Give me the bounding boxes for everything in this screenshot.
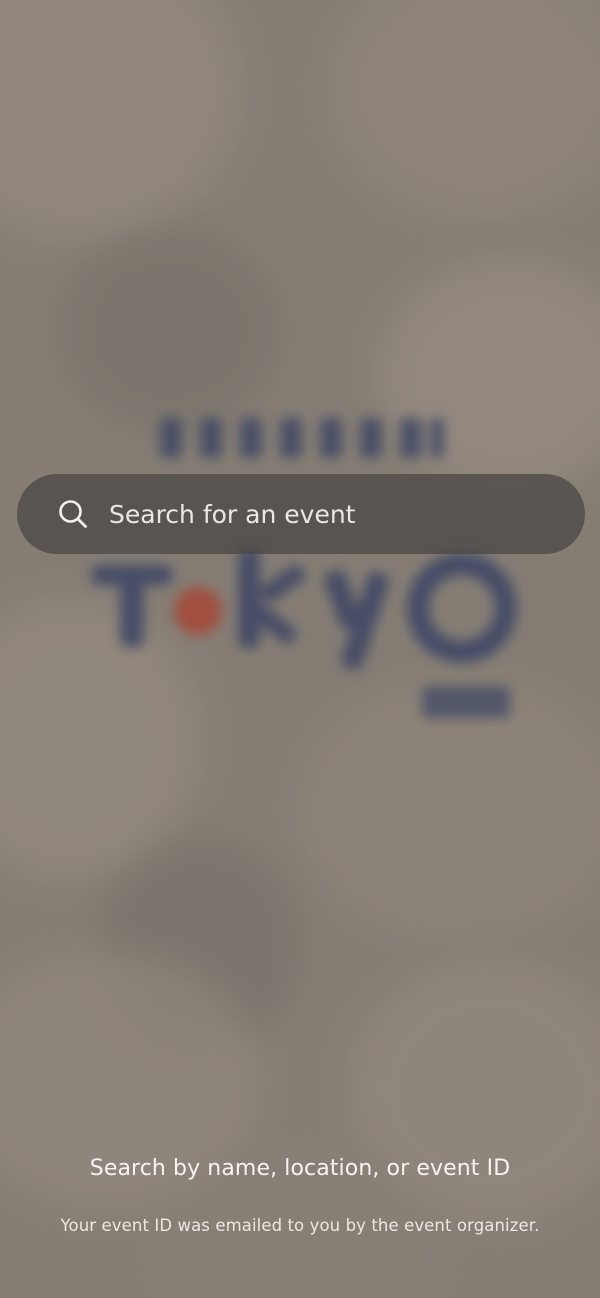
search-input[interactable] — [109, 499, 529, 529]
search-bar[interactable] — [17, 474, 585, 554]
search-hint-primary: Search by name, location, or event ID — [89, 1156, 511, 1181]
search-icon — [57, 498, 89, 530]
background-artwork — [0, 0, 600, 1298]
search-hint-secondary: Your event ID was emailed to you by the … — [60, 1216, 540, 1235]
